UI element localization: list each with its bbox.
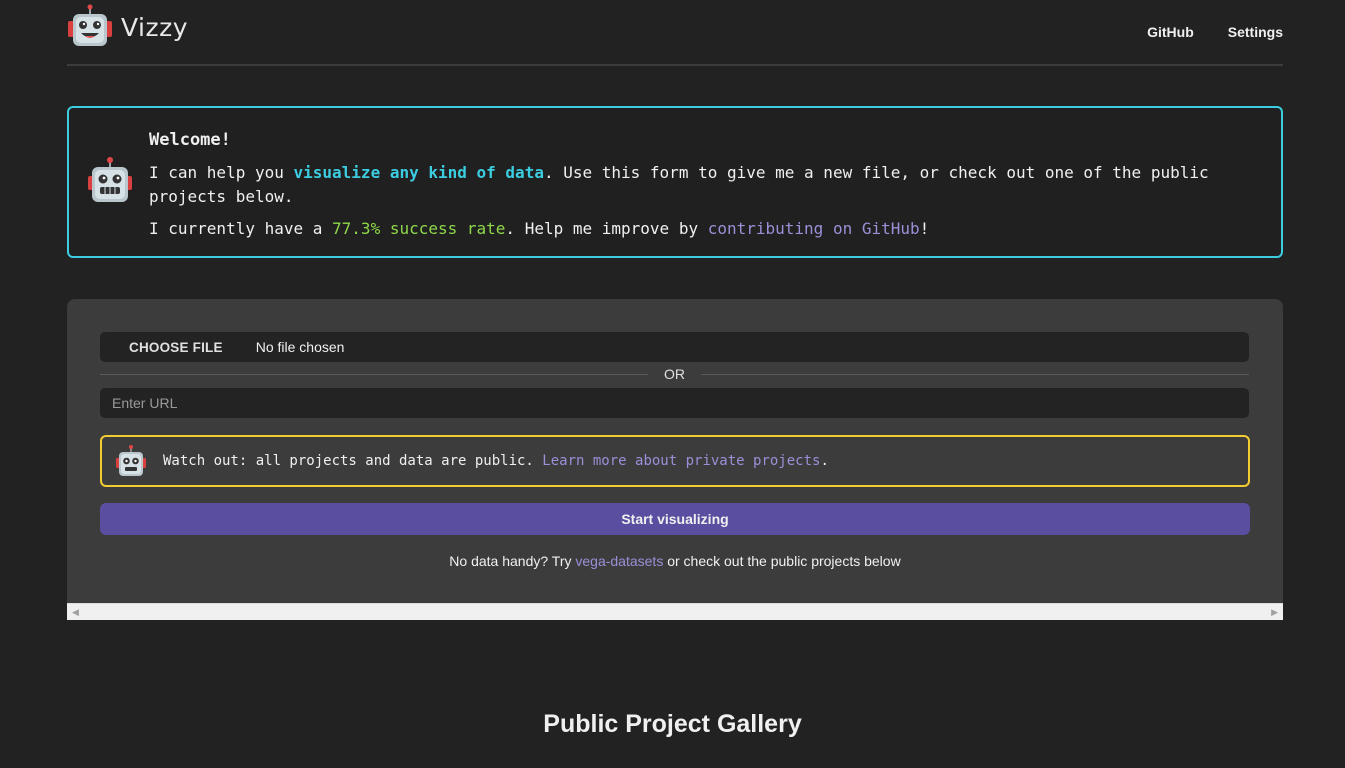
or-divider: OR xyxy=(100,366,1249,382)
divider-line xyxy=(100,374,648,375)
welcome-text: . Help me improve by xyxy=(505,219,708,238)
header: Vizzy GitHub Settings xyxy=(67,0,1283,66)
scroll-left-icon[interactable]: ◀ xyxy=(72,607,79,618)
success-rate: 77.3% success rate xyxy=(332,219,506,238)
hint-text: or check out the public projects below xyxy=(663,553,901,569)
top-nav: GitHub Settings xyxy=(1147,24,1283,40)
or-label: OR xyxy=(664,366,685,382)
welcome-highlight: visualize any kind of data xyxy=(293,163,544,182)
warning-message: . xyxy=(820,453,829,469)
nav-github-link[interactable]: GitHub xyxy=(1147,24,1194,40)
public-warning: Watch out: all projects and data are pub… xyxy=(100,435,1250,487)
welcome-line-1: I can help you visualize any kind of dat… xyxy=(149,161,1239,209)
welcome-callout: Welcome! I can help you visualize any ki… xyxy=(67,106,1283,258)
welcome-content: Welcome! I can help you visualize any ki… xyxy=(149,128,1239,249)
vega-datasets-link[interactable]: vega-datasets xyxy=(575,553,663,569)
gallery-title: Public Project Gallery xyxy=(543,710,802,738)
scroll-right-icon[interactable]: ▶ xyxy=(1271,607,1278,618)
file-status: No file chosen xyxy=(255,339,345,355)
start-visualizing-button[interactable]: Start visualizing xyxy=(100,503,1250,535)
warning-message: Watch out: all projects and data are pub… xyxy=(163,453,543,469)
welcome-text: I currently have a xyxy=(149,219,333,238)
hint-text: No data handy? Try xyxy=(449,553,576,569)
file-input[interactable]: CHOOSE FILE No file chosen xyxy=(100,332,1249,362)
upload-form-panel: CHOOSE FILE No file chosen OR Watch out:… xyxy=(67,299,1283,620)
url-input[interactable] xyxy=(100,388,1249,418)
logo[interactable]: Vizzy xyxy=(67,4,188,50)
robot-icon xyxy=(68,4,112,46)
horizontal-scrollbar[interactable]: ◀ ▶ xyxy=(67,603,1283,620)
welcome-text: I can help you xyxy=(149,163,294,182)
warning-text: Watch out: all projects and data are pub… xyxy=(163,453,829,469)
robot-icon xyxy=(116,445,146,476)
welcome-title: Welcome! xyxy=(149,130,231,150)
divider-line xyxy=(701,374,1249,375)
robot-icon xyxy=(88,157,132,202)
app-name: Vizzy xyxy=(121,12,189,42)
choose-file-button[interactable]: CHOOSE FILE xyxy=(129,340,223,355)
private-projects-link[interactable]: Learn more about private projects xyxy=(542,453,820,469)
no-data-hint: No data handy? Try vega-datasets or chec… xyxy=(67,553,1283,569)
welcome-line-2: I currently have a 77.3% success rate. H… xyxy=(149,217,1239,241)
contributing-github-link[interactable]: contributing on GitHub xyxy=(708,219,920,238)
welcome-text: ! xyxy=(919,219,930,238)
nav-settings-link[interactable]: Settings xyxy=(1228,24,1283,40)
